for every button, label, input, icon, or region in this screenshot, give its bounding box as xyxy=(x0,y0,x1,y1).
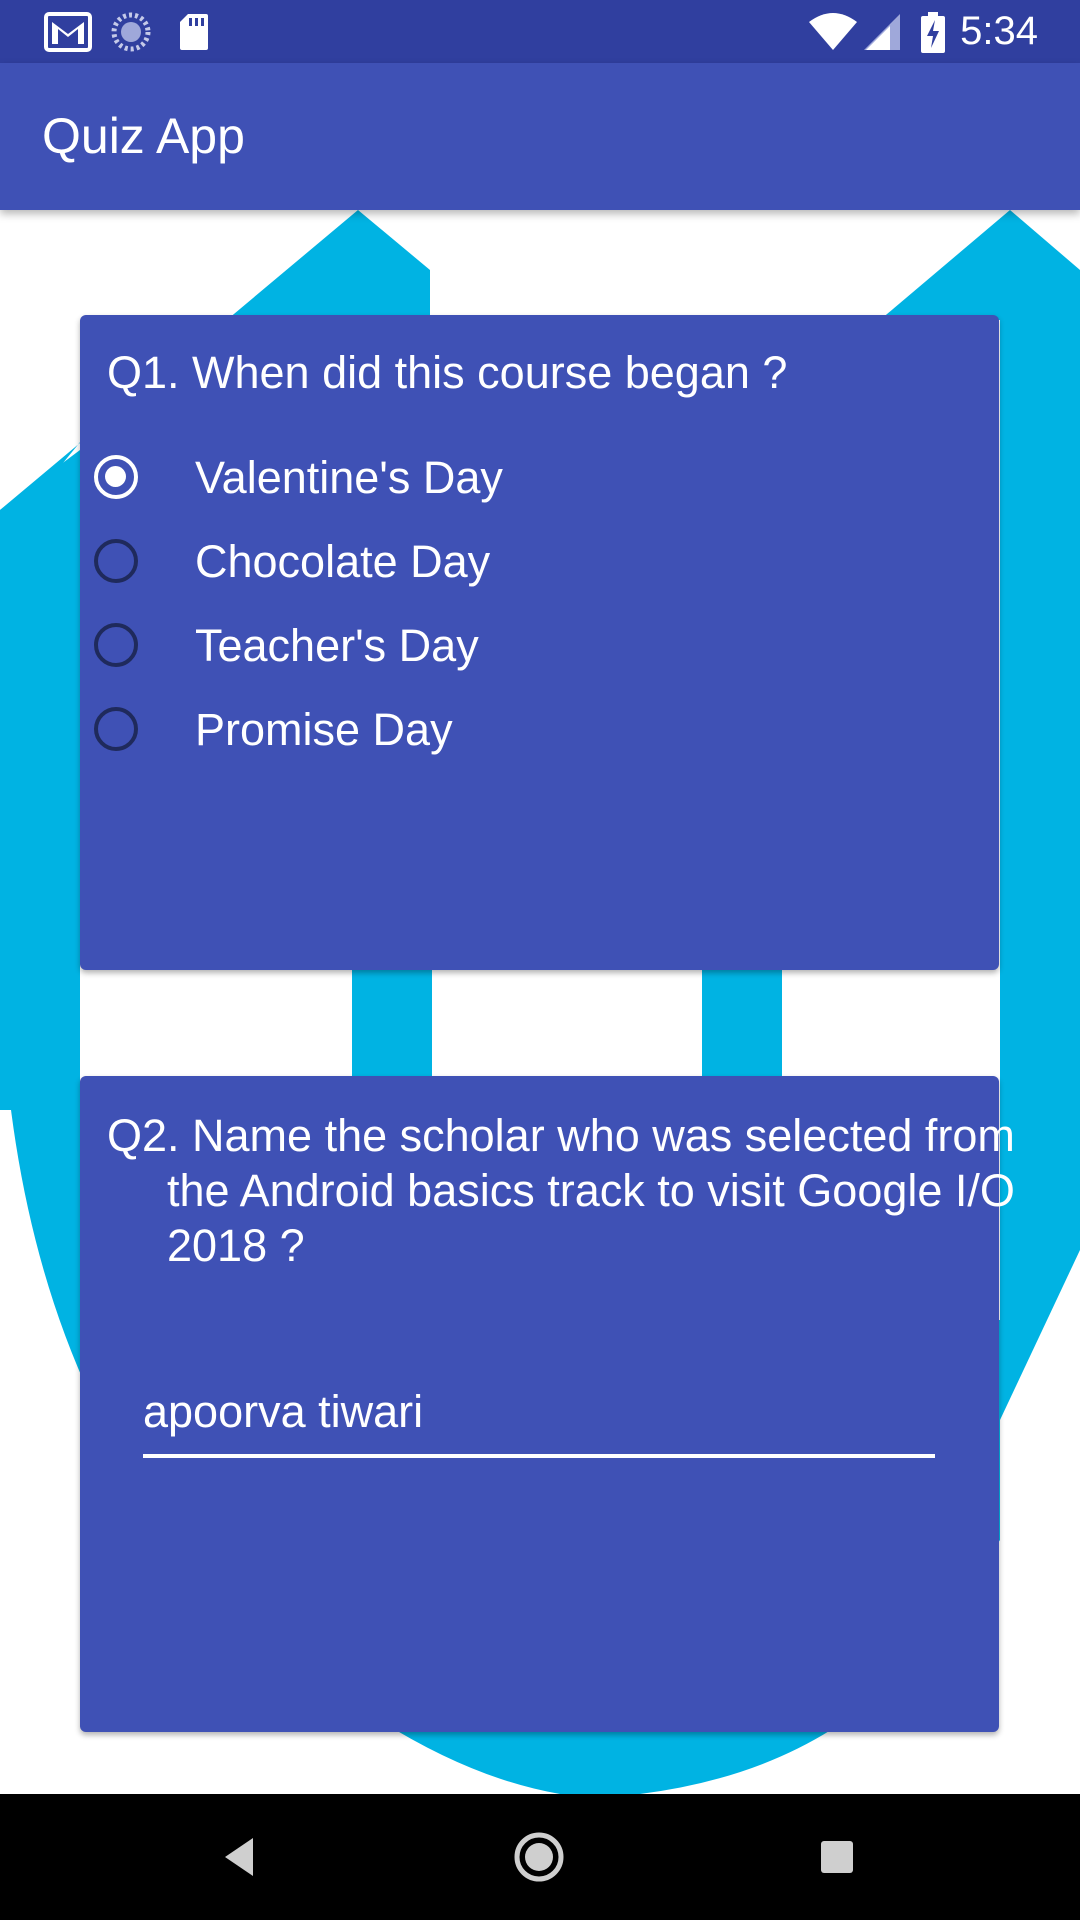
radio-option-label[interactable]: Teacher's Day xyxy=(195,618,479,673)
home-icon[interactable] xyxy=(506,1824,572,1890)
wifi-icon xyxy=(809,13,857,50)
radio-option-teachers-day[interactable]: Teacher's Day xyxy=(94,608,974,692)
battery-charging-icon xyxy=(921,12,945,53)
question-card-2: Q2. Name the scholar who was selected fr… xyxy=(80,1076,1015,1732)
radio-option-label[interactable]: Promise Day xyxy=(195,702,453,757)
app-title: Quiz App xyxy=(42,108,245,164)
radio-option-valentines-day[interactable]: Valentine's Day xyxy=(94,440,974,524)
quiz-app-screen: 5:34 Quiz App Q1. When did this course b… xyxy=(0,0,1080,1920)
radio-option-promise-day[interactable]: Promise Day xyxy=(94,692,974,776)
app-bar: Quiz App xyxy=(0,63,1080,210)
radio-option-label[interactable]: Chocolate Day xyxy=(195,534,490,589)
sync-icon xyxy=(111,12,151,52)
back-icon[interactable] xyxy=(207,1824,273,1890)
question-1-text: Q1. When did this course began ? xyxy=(107,347,788,398)
radio-button[interactable] xyxy=(94,707,138,751)
answer-text-field[interactable]: apoorva tiwari xyxy=(143,1384,935,1458)
radio-option-label[interactable]: Valentine's Day xyxy=(195,450,503,505)
status-bar: 5:34 xyxy=(0,0,1080,63)
signal-icon xyxy=(864,14,900,50)
radio-button[interactable] xyxy=(94,623,138,667)
radio-button[interactable] xyxy=(94,539,138,583)
answer-radio-group: Valentine's Day Chocolate Day Teacher's … xyxy=(94,440,974,776)
radio-button-checked[interactable] xyxy=(94,455,138,499)
question-card-1: Q1. When did this course began ? Valenti… xyxy=(80,315,999,970)
radio-option-chocolate-day[interactable]: Chocolate Day xyxy=(94,524,974,608)
sd-card-icon xyxy=(180,14,208,50)
status-time: 5:34 xyxy=(960,9,1038,53)
answer-input-value[interactable]: apoorva tiwari xyxy=(143,1384,423,1439)
gmail-icon xyxy=(44,12,92,52)
recents-icon[interactable] xyxy=(804,1824,870,1890)
question-2-text: Q2. Name the scholar who was selected fr… xyxy=(107,1110,1015,1271)
navigation-bar xyxy=(0,1794,1080,1920)
